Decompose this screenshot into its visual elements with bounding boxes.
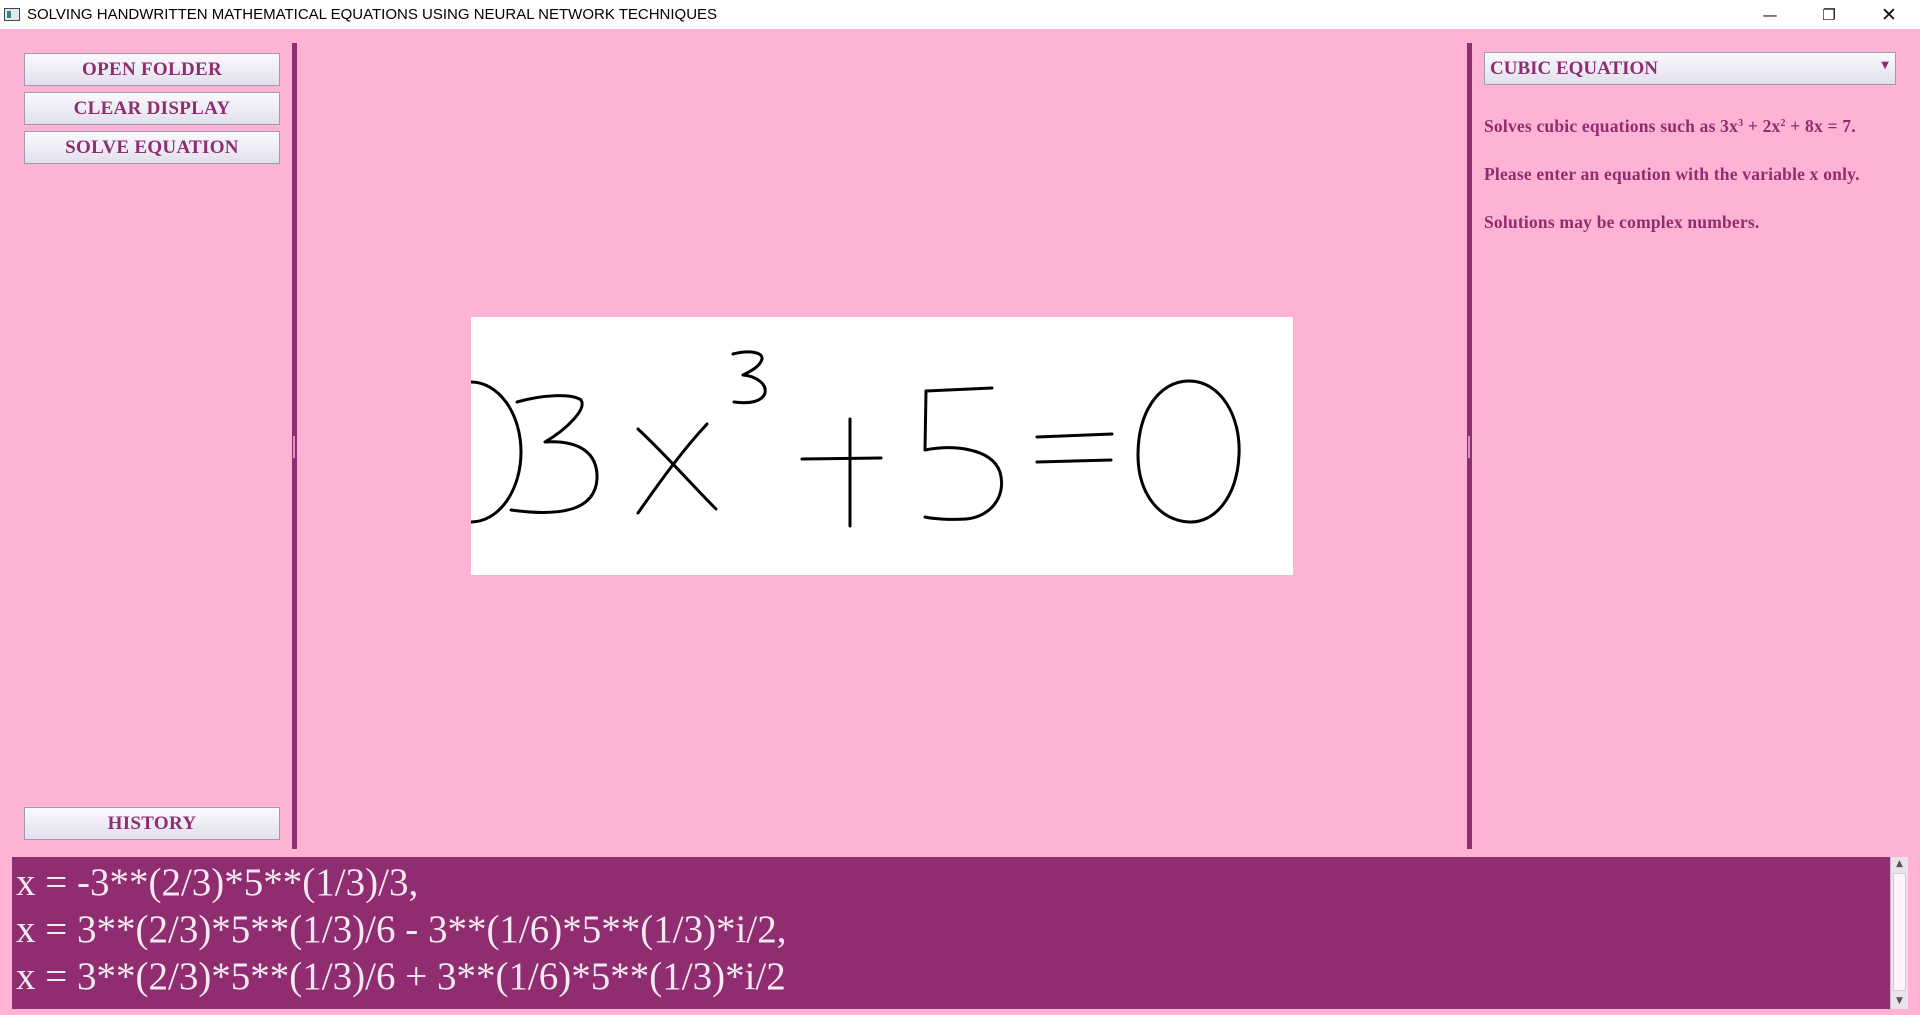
chevron-down-icon: ▼ bbox=[1881, 60, 1889, 71]
scroll-up-icon[interactable]: ▲ bbox=[1891, 857, 1908, 872]
splitter-grip bbox=[293, 436, 295, 458]
equation-type-value: CUBIC EQUATION bbox=[1490, 58, 1659, 79]
close-button[interactable]: ✕ bbox=[1860, 0, 1918, 29]
left-splitter[interactable] bbox=[292, 43, 297, 849]
solve-equation-button[interactable]: SOLVE EQUATION bbox=[24, 131, 280, 164]
info-text-part: Solves cubic equations such as 3x bbox=[1484, 116, 1739, 136]
open-folder-button[interactable]: OPEN FOLDER bbox=[24, 53, 280, 86]
scroll-thumb[interactable] bbox=[1893, 873, 1906, 991]
solution-line: x = -3**(2/3)*5**(1/3)/3, bbox=[16, 861, 419, 904]
equation-image bbox=[471, 317, 1293, 575]
scroll-down-icon[interactable]: ▼ bbox=[1891, 994, 1908, 1009]
solution-line: x = 3**(2/3)*5**(1/3)/6 - 3**(1/6)*5**(1… bbox=[16, 908, 787, 951]
solution-output[interactable]: x = -3**(2/3)*5**(1/3)/3, x = 3**(2/3)*5… bbox=[12, 857, 1890, 1009]
window-title: SOLVING HANDWRITTEN MATHEMATICAL EQUATIO… bbox=[27, 6, 718, 23]
output-scrollbar[interactable]: ▲ ▼ bbox=[1890, 857, 1908, 1009]
minimize-button[interactable]: — bbox=[1741, 0, 1799, 29]
restore-button[interactable]: ❐ bbox=[1800, 0, 1858, 29]
info-text-part: + 8x = 7. bbox=[1785, 116, 1856, 136]
handwritten-equation-drawing bbox=[471, 350, 1241, 528]
app-icon bbox=[4, 8, 20, 21]
clear-display-button[interactable]: CLEAR DISPLAY bbox=[24, 92, 280, 125]
splitter-grip bbox=[1468, 436, 1470, 458]
info-example-text: Solves cubic equations such as 3x3 + 2x2… bbox=[1484, 116, 1856, 137]
right-splitter[interactable] bbox=[1467, 43, 1472, 849]
history-button[interactable]: HISTORY bbox=[24, 807, 280, 840]
info-variable-text: Please enter an equation with the variab… bbox=[1484, 164, 1860, 184]
solution-line: x = 3**(2/3)*5**(1/3)/6 + 3**(1/6)*5**(1… bbox=[16, 955, 786, 998]
equation-type-dropdown[interactable]: CUBIC EQUATION ▼ bbox=[1484, 52, 1896, 85]
title-bar: SOLVING HANDWRITTEN MATHEMATICAL EQUATIO… bbox=[0, 0, 1920, 29]
info-text-part: + 2x bbox=[1743, 116, 1781, 136]
info-complex-text: Solutions may be complex numbers. bbox=[1484, 212, 1760, 232]
